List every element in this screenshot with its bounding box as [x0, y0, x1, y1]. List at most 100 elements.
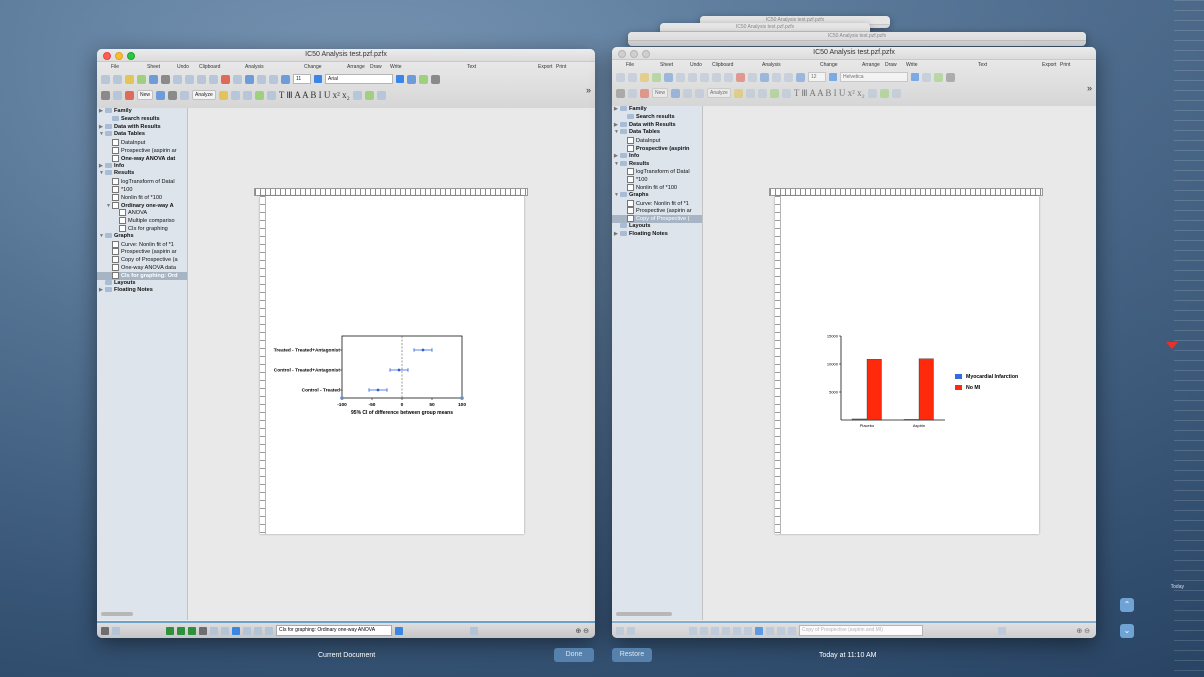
left-window[interactable]: IC50 Analysis test.pzf.pzfx File Sheet U… [97, 49, 595, 638]
sidebar-item[interactable]: Curve: Nonlin fit of *1 [612, 199, 702, 208]
graph-icon[interactable] [218, 90, 228, 100]
sidebar-item[interactable]: Search results [97, 116, 187, 124]
graph-page[interactable]: 5000 10000 15000 Placebo Aspirin Myocardial I… [775, 196, 1039, 534]
sidebar-item[interactable]: Prospective (aspirin ar [97, 146, 187, 155]
export-icon[interactable] [419, 74, 428, 84]
align-icon[interactable] [867, 88, 877, 98]
notes-icon[interactable] [470, 626, 478, 635]
export-graph-icon[interactable] [879, 88, 889, 98]
font-size-field[interactable]: 12 [808, 72, 826, 82]
text-color-icon[interactable] [407, 74, 416, 84]
right-window[interactable]: IC50 Analysis test.pzf.pzfx File Sheet U… [612, 47, 1096, 638]
analysis-chart-icon[interactable] [221, 74, 230, 84]
graph-view-icon[interactable] [777, 626, 785, 635]
font-size-field[interactable]: 11 [293, 74, 311, 84]
sidebar-item[interactable]: DataInput [97, 139, 187, 147]
bar-change-icon[interactable] [760, 72, 769, 82]
table-icon[interactable] [628, 72, 637, 82]
graph-icon[interactable] [733, 88, 743, 98]
sidebar-scrollbar[interactable] [616, 612, 672, 616]
draw-icon[interactable] [269, 74, 278, 84]
save-icon[interactable] [616, 88, 625, 98]
write-icon[interactable] [796, 72, 805, 82]
zoom-icons[interactable]: ⊕ ⊖ [575, 627, 589, 635]
sheet-selector[interactable]: CIs for graphing: Ordinary one-way ANOVA [276, 625, 392, 636]
new-sheet-icon[interactable] [101, 74, 110, 84]
sidebar-item[interactable]: ▼ Results [97, 170, 187, 178]
sidebar-item[interactable]: ▶ Data with Results [97, 124, 187, 132]
bar-chart[interactable]: 5000 10000 15000 Placebo Aspirin Myocardial I… [775, 196, 1039, 534]
sidebar-item[interactable]: CIs for graphing [97, 224, 187, 233]
prev-arrow-icon[interactable] [689, 626, 697, 635]
draw-icon[interactable] [784, 72, 793, 82]
format-icon[interactable] [769, 88, 779, 98]
sidebar-item[interactable]: Multiple compariso [97, 217, 187, 225]
toolbar-overflow-icon[interactable]: » [1087, 83, 1092, 93]
paste-special-icon[interactable] [695, 88, 705, 98]
sidebar-item[interactable]: *100 [97, 185, 187, 194]
sidebar-item[interactable]: logTransform of Datal [97, 178, 187, 186]
notes-icon[interactable] [998, 626, 1006, 635]
print-page-icon[interactable] [376, 90, 386, 100]
table-icon[interactable] [113, 74, 122, 84]
sidebar-item[interactable]: ▶ Info [97, 163, 187, 171]
zoom-icons[interactable]: ⊕ ⊖ [1076, 627, 1090, 635]
save-icon[interactable] [101, 90, 110, 100]
sidebar-item[interactable]: logTransform of Datal [612, 168, 702, 176]
format-icon[interactable] [254, 90, 264, 100]
clipboard-icon[interactable] [683, 88, 693, 98]
results-icon[interactable] [766, 626, 774, 635]
sidebar-item[interactable]: Curve: Nonlin fit of *1 [97, 240, 187, 249]
ci-chart[interactable]: -100 -50 0 50 100 95% CI of difference betwee… [260, 196, 524, 534]
layout-view-icon[interactable] [265, 626, 273, 635]
gallery-icon[interactable] [112, 626, 120, 635]
back-icon[interactable] [711, 626, 719, 635]
sidebar-item[interactable]: ▼ Data Tables [97, 131, 187, 139]
sidebar-item[interactable]: Copy of Prospective (a [97, 256, 187, 264]
left-title-bar[interactable]: IC50 Analysis test.pzf.pzfx [97, 49, 595, 62]
arrange-icon[interactable] [772, 72, 781, 82]
new-button[interactable]: New [137, 90, 154, 100]
sidebar-item[interactable]: CIs for graphing: Ord [97, 271, 187, 280]
bar-change-icon[interactable] [245, 74, 254, 84]
sidebar-item[interactable]: ▼ Results [612, 161, 702, 169]
next-arrow-icon[interactable] [700, 626, 708, 635]
right-graph-canvas[interactable]: 5000 10000 15000 Placebo Aspirin Myocardial I… [703, 106, 1096, 620]
sidebar-item[interactable]: Copy of Prospective ( [612, 215, 702, 223]
sheet-selector[interactable]: Copy of Prospective (aspirin and MI) [799, 625, 923, 636]
sidebar-item[interactable]: Search results [612, 114, 702, 122]
plus-icon[interactable] [137, 74, 146, 84]
print-icon[interactable] [946, 72, 955, 82]
sidebar-item[interactable]: ▼ Ordinary one-way A [97, 201, 187, 210]
next-arrow-icon[interactable] [177, 626, 185, 635]
export-icon[interactable] [934, 72, 943, 82]
print-page-icon[interactable] [891, 88, 901, 98]
sidebar-item[interactable]: ▼ Data Tables [612, 129, 702, 137]
import-icon[interactable] [628, 88, 637, 98]
redo-icon[interactable] [671, 88, 681, 98]
analyze-button[interactable]: Analyze [192, 90, 216, 100]
copy-icon[interactable] [688, 72, 697, 82]
plus-icon[interactable] [652, 72, 661, 82]
paste-special-icon[interactable] [180, 90, 190, 100]
sheet-view-icon[interactable] [616, 626, 624, 635]
arrange-icon[interactable] [257, 74, 266, 84]
align-icon[interactable] [352, 90, 362, 100]
color-scheme-icon[interactable] [757, 88, 767, 98]
back-icon[interactable] [188, 626, 196, 635]
clipboard-icon[interactable] [168, 90, 178, 100]
transpose-icon[interactable] [197, 74, 206, 84]
sidebar-item[interactable]: ▶ Family [612, 106, 702, 114]
sidebar-item[interactable]: Prospective (aspirin ar [612, 207, 702, 215]
timeline-down-icon[interactable]: ⌄ [1120, 624, 1134, 638]
sidebar-item[interactable]: Prospective (aspirin ar [97, 248, 187, 256]
line-icon[interactable] [745, 88, 755, 98]
undo-icon[interactable] [149, 74, 158, 84]
grid-icon[interactable] [209, 74, 218, 84]
magic-wand-icon[interactable] [733, 626, 741, 635]
font-dropdown-icon[interactable] [911, 73, 919, 81]
delete-icon[interactable] [125, 90, 134, 100]
sidebar-item[interactable]: ▶ Family [97, 108, 187, 116]
sidebar-scrollbar[interactable] [101, 612, 133, 616]
paste-icon[interactable] [185, 74, 194, 84]
